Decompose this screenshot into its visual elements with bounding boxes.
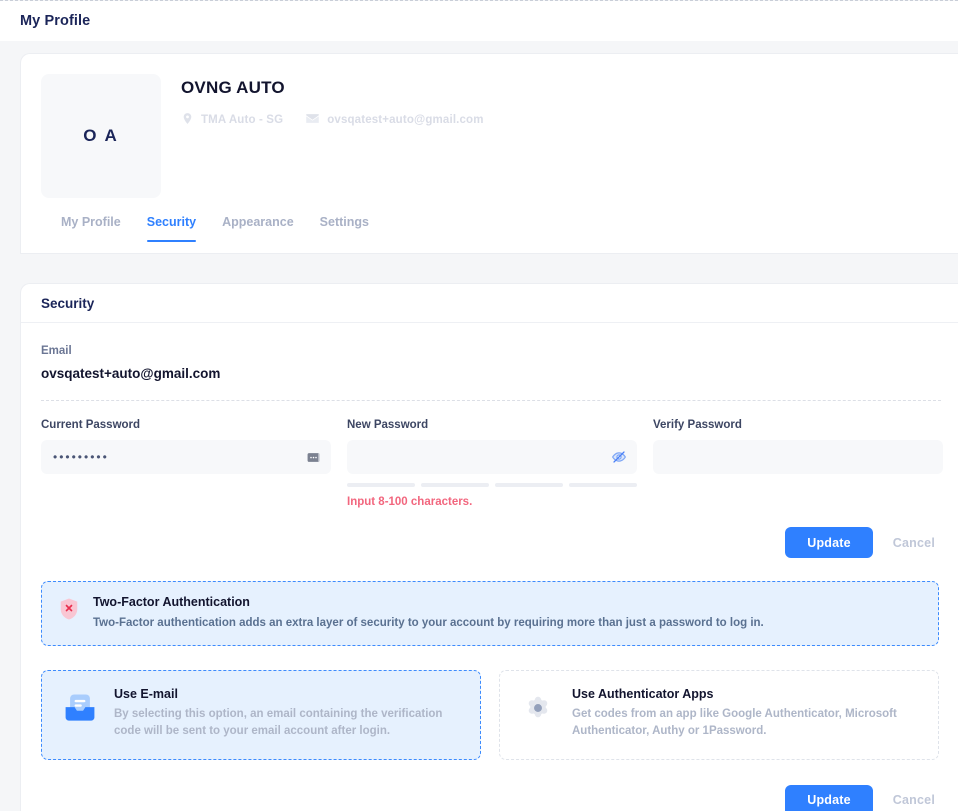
option-use-authenticator-description: Get codes from an app like Google Authen…: [572, 707, 897, 738]
two-factor-options: Use E-mail By selecting this option, an …: [41, 669, 958, 760]
profile-card: O A OVNG AUTO TMA Auto - SG ovsqatest+au…: [20, 53, 958, 254]
current-password-label: Current Password: [41, 419, 141, 431]
profile-meta: TMA Auto - SG ovsqatest+auto@gmail.com: [181, 112, 484, 128]
new-password-input[interactable]: [347, 440, 637, 474]
password-row: Current Password ••••••••• New Password …: [41, 419, 958, 508]
profile-info: OVNG AUTO TMA Auto - SG ovsqatest+auto@g…: [181, 78, 484, 128]
password-strength-meter: [347, 483, 637, 487]
email-label: Email: [41, 345, 72, 357]
page-titlebar: My Profile: [0, 1, 958, 41]
email-value: ovsqatest+auto@gmail.com: [41, 366, 221, 381]
password-update-button[interactable]: Update: [785, 527, 873, 558]
two-factor-description: Two-Factor authentication adds an extra …: [93, 617, 764, 629]
security-card: Security Email ovsqatest+auto@gmail.com …: [20, 283, 958, 811]
security-heading: Security: [41, 295, 95, 311]
password-actions: Update Cancel: [41, 527, 941, 558]
option-use-email-title: Use E-mail: [114, 686, 178, 701]
email-block: Email ovsqatest+auto@gmail.com: [41, 345, 958, 381]
strength-bar-3: [495, 483, 563, 487]
option-use-email[interactable]: Use E-mail By selecting this option, an …: [41, 669, 481, 760]
envelope-icon: [305, 112, 320, 128]
shield-x-icon: [58, 597, 80, 626]
two-factor-banner: Two-Factor Authentication Two-Factor aut…: [41, 581, 939, 646]
verify-password-input-wrap: [653, 440, 943, 474]
location-pin-icon: [181, 112, 194, 128]
two-factor-actions: Update Cancel: [41, 784, 941, 811]
profile-email: ovsqatest+auto@gmail.com: [305, 112, 483, 128]
page-root: My Profile O A OVNG AUTO TMA Auto - SG o…: [0, 0, 958, 811]
strength-bar-2: [421, 483, 489, 487]
strength-bar-4: [569, 483, 637, 487]
section-divider: [41, 400, 941, 401]
inbox-mail-icon: [62, 690, 98, 731]
tab-settings[interactable]: Settings: [307, 215, 382, 242]
current-password-input[interactable]: [41, 440, 331, 474]
profile-org-label: TMA Auto - SG: [201, 114, 284, 126]
tab-security[interactable]: Security: [134, 215, 209, 242]
avatar[interactable]: O A: [41, 74, 161, 198]
new-password-field: New Password Input 8-100 characters.: [347, 419, 637, 508]
new-password-input-wrap: [347, 440, 637, 474]
profile-email-label: ovsqatest+auto@gmail.com: [327, 114, 484, 126]
verify-password-input[interactable]: [653, 440, 943, 474]
gear-icon: [520, 690, 556, 731]
verify-password-label: Verify Password: [653, 419, 742, 431]
two-factor-title: Two-Factor Authentication: [93, 595, 250, 609]
password-cancel-button[interactable]: Cancel: [887, 536, 941, 550]
new-password-error: Input 8-100 characters.: [347, 496, 473, 508]
new-password-label: New Password: [347, 419, 429, 431]
option-use-email-description: By selecting this option, an email conta…: [114, 707, 443, 738]
current-password-input-wrap: [41, 440, 331, 474]
tab-my-profile[interactable]: My Profile: [41, 215, 134, 242]
tab-appearance[interactable]: Appearance: [209, 215, 307, 242]
security-card-header: Security: [21, 284, 958, 323]
current-password-field: Current Password: [41, 419, 331, 508]
two-factor-update-button[interactable]: Update: [785, 784, 873, 811]
profile-org: TMA Auto - SG: [181, 112, 283, 128]
option-use-authenticator-text: Use Authenticator Apps Get codes from an…: [572, 687, 917, 742]
security-card-body: Email ovsqatest+auto@gmail.com Current P…: [21, 323, 958, 811]
two-factor-cancel-button[interactable]: Cancel: [887, 793, 941, 807]
option-use-authenticator[interactable]: Use Authenticator Apps Get codes from an…: [499, 669, 939, 760]
avatar-initials: O A: [83, 126, 119, 145]
option-use-email-text: Use E-mail By selecting this option, an …: [114, 687, 459, 742]
strength-bar-1: [347, 483, 415, 487]
verify-password-field: Verify Password: [653, 419, 943, 508]
current-password-eye-off-icon[interactable]: [305, 449, 321, 465]
new-password-eye-off-icon[interactable]: [611, 449, 627, 465]
two-factor-text: Two-Factor Authentication Two-Factor aut…: [93, 595, 764, 632]
page-title: My Profile: [20, 13, 91, 29]
profile-tabs: My Profile Security Appearance Settings: [41, 215, 382, 253]
option-use-authenticator-title: Use Authenticator Apps: [572, 686, 714, 701]
profile-name: OVNG AUTO: [181, 78, 285, 97]
